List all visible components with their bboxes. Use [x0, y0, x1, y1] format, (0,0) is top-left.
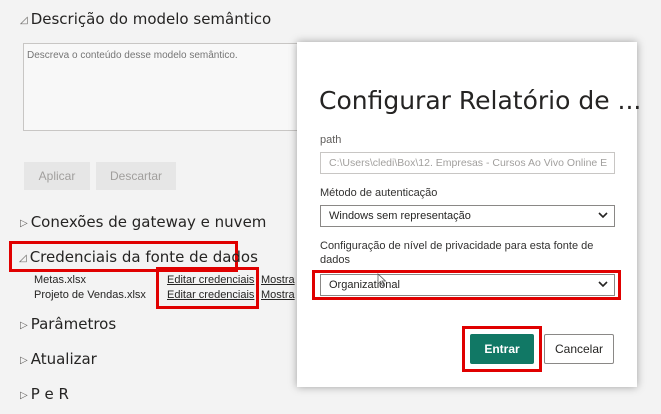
auth-method-value: Windows sem representação — [329, 210, 471, 222]
auth-method-label: Método de autenticação — [320, 187, 438, 199]
auth-method-select[interactable]: Windows sem representação — [320, 205, 615, 227]
show-link[interactable]: Mostra — [261, 289, 295, 301]
path-label: path — [320, 134, 342, 146]
description-section-title: Descrição do modelo semântico — [30, 10, 272, 28]
privacy-level-label: Configuração de nível de privacidade par… — [320, 240, 594, 266]
collapse-caret-icon: ◿ — [20, 15, 28, 26]
privacy-level-select[interactable]: Organizational — [320, 274, 615, 296]
expand-caret-icon: ▷ — [20, 320, 28, 331]
credential-file-name: Projeto de Vendas.xlsx — [34, 289, 146, 301]
description-section-header[interactable]: ◿ Descrição do modelo semântico — [20, 10, 271, 28]
enter-button[interactable]: Entrar — [470, 334, 534, 364]
edit-credentials-link[interactable]: Editar credenciais — [167, 274, 254, 286]
discard-button[interactable]: Descartar — [96, 162, 176, 190]
refresh-section-header[interactable]: ▷ Atualizar — [20, 350, 97, 368]
edit-credentials-link[interactable]: Editar credenciais — [167, 289, 254, 301]
gateway-section-title: Conexões de gateway e nuvem — [30, 213, 267, 231]
show-link[interactable]: Mostra — [261, 274, 295, 286]
expand-caret-icon: ▷ — [20, 218, 28, 229]
credential-file-name: Metas.xlsx — [34, 274, 86, 286]
chevron-down-icon — [598, 281, 608, 288]
qa-section-title: P e R — [30, 385, 69, 403]
privacy-level-value: Organizational — [329, 279, 400, 291]
mouse-cursor-icon — [377, 273, 387, 287]
gateway-section-header[interactable]: ▷ Conexões de gateway e nuvem — [20, 213, 266, 231]
credentials-section-header[interactable]: ◿ Credenciais da fonte de dados — [19, 248, 258, 266]
credentials-section-title: Credenciais da fonte de dados — [29, 248, 258, 266]
apply-button[interactable]: Aplicar — [24, 162, 90, 190]
path-input[interactable]: C:\Users\cledi\Box\12. Empresas - Cursos… — [320, 152, 615, 174]
qa-section-header[interactable]: ▷ P e R — [20, 385, 69, 403]
refresh-section-title: Atualizar — [30, 350, 97, 368]
parameters-section-title: Parâmetros — [30, 315, 117, 333]
cancel-button[interactable]: Cancelar — [544, 334, 614, 364]
collapse-caret-icon: ◿ — [19, 253, 27, 264]
chevron-down-icon — [598, 212, 608, 219]
parameters-section-header[interactable]: ▷ Parâmetros — [20, 315, 116, 333]
description-textbox-container — [23, 43, 323, 131]
expand-caret-icon: ▷ — [20, 390, 28, 401]
expand-caret-icon: ▷ — [20, 355, 28, 366]
dialog-title: Configurar Relatório de ... — [319, 86, 642, 115]
description-input[interactable] — [24, 44, 322, 130]
configure-report-dialog: Configurar Relatório de ... path C:\User… — [297, 42, 641, 387]
